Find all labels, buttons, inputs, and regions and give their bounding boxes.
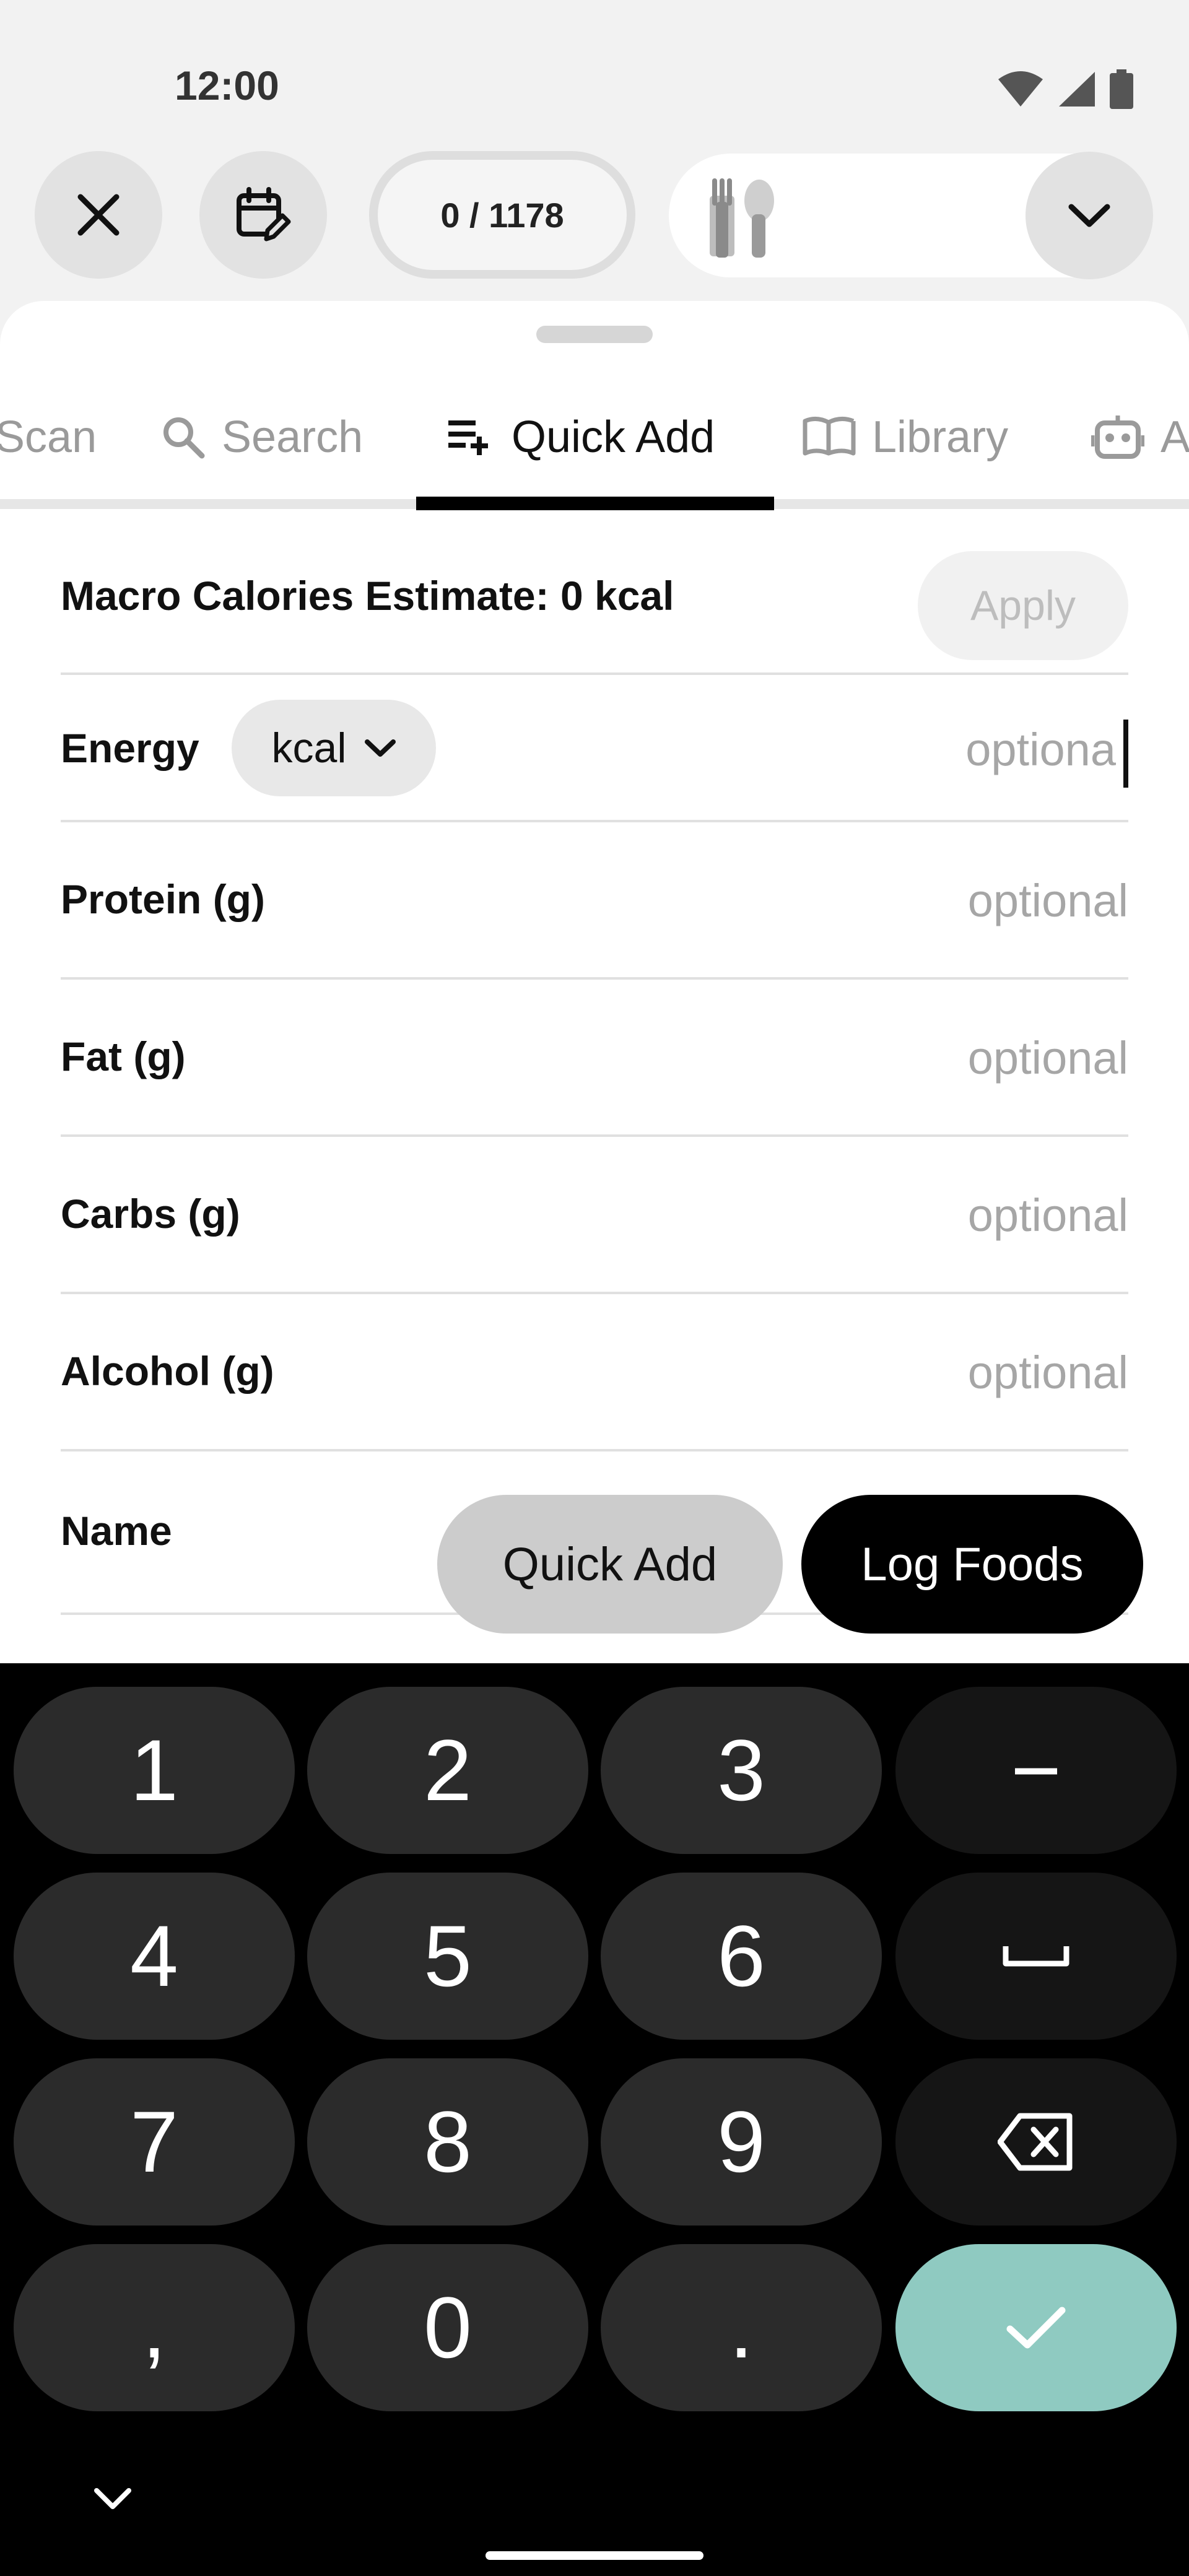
calendar-edit-icon bbox=[237, 187, 291, 242]
energy-input[interactable]: optiona bbox=[965, 723, 1116, 776]
apply-button[interactable]: Apply bbox=[918, 551, 1128, 660]
food-counter[interactable]: 0 / 1178 bbox=[369, 151, 635, 279]
energy-unit-value: kcal bbox=[271, 724, 347, 772]
chevron-down-icon bbox=[365, 739, 396, 757]
key-comma[interactable]: , bbox=[14, 2244, 295, 2411]
tab-label: Library bbox=[872, 412, 1009, 462]
chevron-down-icon bbox=[1068, 204, 1110, 227]
macro-estimate-text: Macro Calories Estimate: 0 kcal bbox=[61, 573, 674, 619]
numeric-keyboard: 1 2 3 − 4 5 6 7 8 9 , 0 . bbox=[0, 1663, 1189, 2576]
key-7[interactable]: 7 bbox=[14, 2058, 295, 2226]
alcohol-input[interactable]: optional bbox=[968, 1346, 1128, 1399]
macro-estimate-row: Macro Calories Estimate: 0 kcal Apply bbox=[61, 515, 1128, 675]
protein-row: Protein (g) optional bbox=[61, 822, 1128, 980]
wifi-icon bbox=[998, 71, 1043, 107]
key-space[interactable] bbox=[895, 1873, 1177, 2040]
log-foods-button[interactable]: Log Foods bbox=[801, 1495, 1143, 1634]
status-icons bbox=[997, 69, 1133, 109]
protein-label: Protein (g) bbox=[61, 876, 265, 922]
tab-label: Scan bbox=[0, 412, 97, 462]
fat-row: Fat (g) optional bbox=[61, 980, 1128, 1137]
top-bar: 0 / 1178 bbox=[0, 149, 1189, 285]
tab-label: Search bbox=[222, 412, 364, 462]
tab-bar: Scan Search Quick Add Library A bbox=[0, 375, 1189, 513]
energy-row: Energy kcal optiona bbox=[61, 675, 1128, 822]
protein-input[interactable]: optional bbox=[968, 874, 1128, 927]
tab-scan[interactable]: Scan bbox=[0, 400, 97, 474]
sheet-drag-handle[interactable] bbox=[536, 326, 653, 343]
status-time: 12:00 bbox=[175, 63, 279, 108]
carbs-label: Carbs (g) bbox=[61, 1191, 240, 1237]
fat-label: Fat (g) bbox=[61, 1033, 186, 1079]
key-8[interactable]: 8 bbox=[307, 2058, 588, 2226]
key-done[interactable] bbox=[895, 2244, 1177, 2411]
text-cursor bbox=[1123, 720, 1128, 788]
alcohol-row: Alcohol (g) optional bbox=[61, 1294, 1128, 1451]
active-tab-indicator bbox=[416, 497, 774, 510]
energy-label: Energy bbox=[61, 725, 199, 771]
close-icon bbox=[77, 194, 120, 236]
tab-quick-add[interactable]: Quick Add bbox=[447, 400, 715, 474]
fat-input[interactable]: optional bbox=[968, 1032, 1128, 1084]
name-label: Name bbox=[61, 1508, 172, 1554]
key-5[interactable]: 5 bbox=[307, 1873, 588, 2040]
tab-assistant[interactable]: A bbox=[1091, 400, 1189, 474]
checkmark-icon bbox=[1006, 2307, 1066, 2349]
meal-dropdown-button[interactable] bbox=[1026, 152, 1153, 279]
alcohol-label: Alcohol (g) bbox=[61, 1348, 274, 1394]
key-0[interactable]: 0 bbox=[307, 2244, 588, 2411]
key-period[interactable]: . bbox=[601, 2244, 882, 2411]
key-2[interactable]: 2 bbox=[307, 1687, 588, 1854]
key-3[interactable]: 3 bbox=[601, 1687, 882, 1854]
meal-selector[interactable] bbox=[669, 152, 1153, 279]
carbs-row: Carbs (g) optional bbox=[61, 1137, 1128, 1294]
key-9[interactable]: 9 bbox=[601, 2058, 882, 2226]
signal-icon bbox=[1059, 72, 1095, 107]
gesture-nav-bar[interactable] bbox=[486, 2551, 703, 2560]
playlist-add-icon bbox=[448, 420, 488, 455]
quick-add-sheet: Scan Search Quick Add Library A Macro Ca… bbox=[0, 301, 1189, 1663]
quick-add-button[interactable]: Quick Add bbox=[437, 1495, 783, 1634]
close-button[interactable] bbox=[35, 151, 162, 279]
key-backspace[interactable] bbox=[895, 2058, 1177, 2226]
search-icon bbox=[163, 417, 205, 459]
carbs-input[interactable]: optional bbox=[968, 1189, 1128, 1242]
tab-search[interactable]: Search bbox=[161, 400, 363, 474]
cutlery-icon bbox=[710, 178, 774, 258]
battery-icon bbox=[1110, 69, 1133, 109]
robot-icon bbox=[1091, 416, 1144, 459]
space-icon bbox=[1003, 1946, 1069, 1967]
key-minus[interactable]: − bbox=[895, 1687, 1177, 1854]
hide-keyboard-icon[interactable] bbox=[93, 2487, 133, 2512]
edit-date-button[interactable] bbox=[199, 151, 327, 279]
tab-label: A bbox=[1161, 412, 1189, 462]
tab-library[interactable]: Library bbox=[803, 400, 1008, 474]
book-icon bbox=[803, 417, 856, 456]
energy-unit-dropdown[interactable]: kcal bbox=[232, 700, 436, 796]
key-6[interactable]: 6 bbox=[601, 1873, 882, 2040]
tab-label: Quick Add bbox=[512, 412, 715, 462]
status-bar: 12:00 bbox=[0, 0, 1189, 149]
key-4[interactable]: 4 bbox=[14, 1873, 295, 2040]
key-1[interactable]: 1 bbox=[14, 1687, 295, 1854]
backspace-icon bbox=[998, 2113, 1073, 2171]
